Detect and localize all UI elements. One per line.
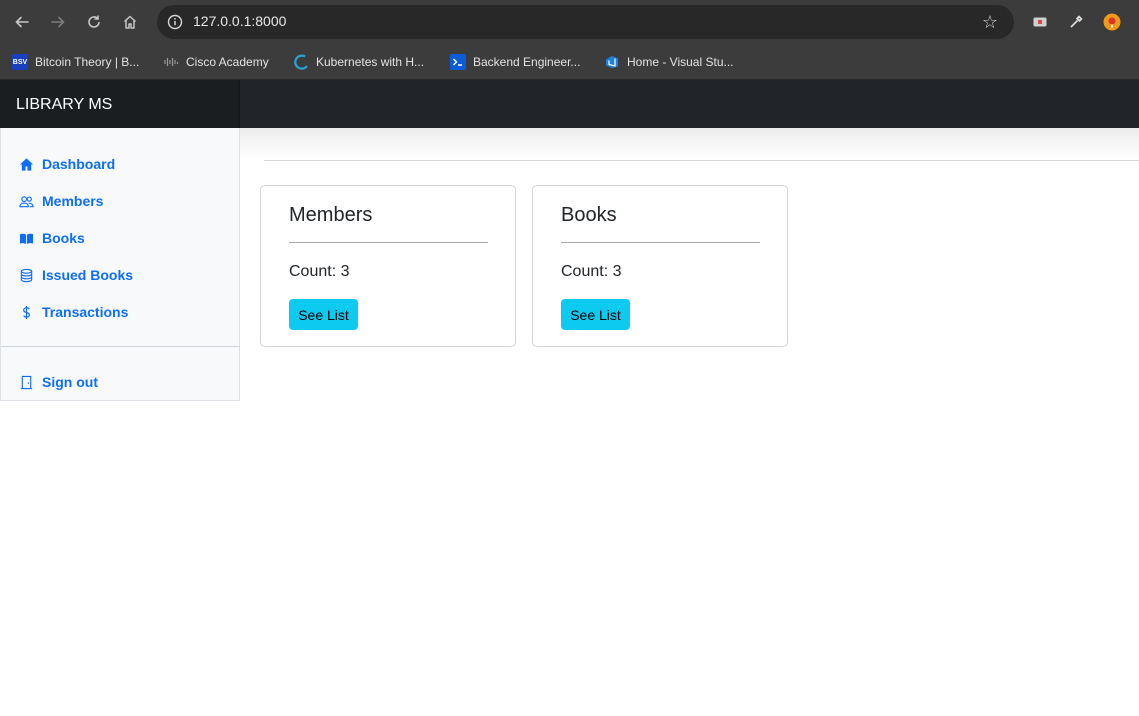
bookmark-label: Cisco Academy — [186, 55, 269, 69]
sidebar-item-label: Issued Books — [42, 267, 134, 283]
sidebar-item-label: Books — [42, 230, 85, 246]
sidebar-item-members[interactable]: Members — [17, 190, 103, 212]
content-top-shadow — [240, 128, 1139, 160]
reload-icon[interactable] — [82, 10, 106, 34]
back-arrow-icon[interactable] — [10, 10, 34, 34]
bookmark-label: Kubernetes with H... — [316, 55, 425, 69]
sidebar-item-label: Members — [42, 193, 104, 209]
bookmarks-bar: BSV Bitcoin Theory | B... Cisco Academy … — [0, 44, 1139, 80]
sidebar-item-sign-out[interactable]: Sign out — [17, 371, 98, 393]
house-icon — [17, 155, 35, 173]
card-count: Count: 3 — [289, 263, 350, 280]
dollar-icon — [17, 303, 35, 321]
card-count: Count: 3 — [561, 263, 622, 280]
site-info-icon[interactable] — [165, 12, 185, 32]
bookmark-cisco-academy[interactable]: Cisco Academy — [163, 53, 269, 71]
bookmark-visual-studio[interactable]: Home - Visual Stu... — [604, 53, 734, 71]
card-divider — [561, 242, 760, 243]
books-see-list-button[interactable]: See List — [561, 299, 630, 330]
url-text[interactable]: 127.0.0.1:8000 — [193, 13, 286, 29]
database-icon — [17, 266, 35, 284]
eyedropper-icon[interactable] — [1066, 12, 1086, 32]
books-card: Books Count: 3 See List — [532, 185, 788, 347]
door-icon — [17, 373, 35, 391]
forward-arrow-icon[interactable] — [46, 10, 70, 34]
book-icon — [17, 229, 35, 247]
bookmark-star-icon[interactable]: ☆ — [980, 12, 1000, 32]
content-divider — [264, 160, 1139, 161]
azure-devops-icon — [604, 54, 620, 70]
people-icon — [17, 192, 35, 210]
brand-title[interactable]: LIBRARY MS — [0, 80, 240, 128]
bookmark-bitcoin-theory[interactable]: BSV Bitcoin Theory | B... — [12, 53, 139, 71]
terminal-icon — [450, 54, 466, 70]
sidebar: Dashboard Members Books Issued Books Tra… — [0, 128, 240, 401]
address-bar[interactable]: 127.0.0.1:8000 ☆ — [157, 5, 1014, 39]
bookmark-label: Backend Engineer... — [473, 55, 581, 69]
bookmark-label: Bitcoin Theory | B... — [35, 55, 140, 69]
bookmark-backend-engineer[interactable]: Backend Engineer... — [450, 53, 580, 71]
members-see-list-button[interactable]: See List — [289, 299, 358, 330]
extension-card-icon[interactable] — [1030, 12, 1050, 32]
app-navbar: LIBRARY MS — [0, 80, 1139, 128]
sidebar-item-label: Transactions — [42, 304, 129, 320]
card-title: Members — [289, 204, 373, 226]
sidebar-item-transactions[interactable]: Transactions — [17, 301, 128, 323]
bookmark-kubernetes[interactable]: Kubernetes with H... — [293, 53, 424, 71]
card-title: Books — [561, 204, 617, 226]
profile-avatar-icon[interactable] — [1102, 12, 1122, 32]
sidebar-divider — [1, 346, 240, 347]
cisco-icon — [163, 54, 179, 70]
sidebar-item-issued-books[interactable]: Issued Books — [17, 264, 133, 286]
sidebar-item-dashboard[interactable]: Dashboard — [17, 153, 115, 175]
sidebar-item-label: Sign out — [42, 374, 98, 390]
kubernetes-icon — [293, 54, 309, 70]
card-divider — [289, 242, 488, 243]
browser-toolbar: 127.0.0.1:8000 ☆ — [0, 0, 1139, 44]
home-icon[interactable] — [118, 10, 142, 34]
bsv-icon: BSV — [12, 54, 28, 70]
sidebar-item-label: Dashboard — [42, 156, 116, 172]
bookmark-label: Home - Visual Stu... — [627, 55, 734, 69]
sidebar-item-books[interactable]: Books — [17, 227, 85, 249]
members-card: Members Count: 3 See List — [260, 185, 516, 347]
